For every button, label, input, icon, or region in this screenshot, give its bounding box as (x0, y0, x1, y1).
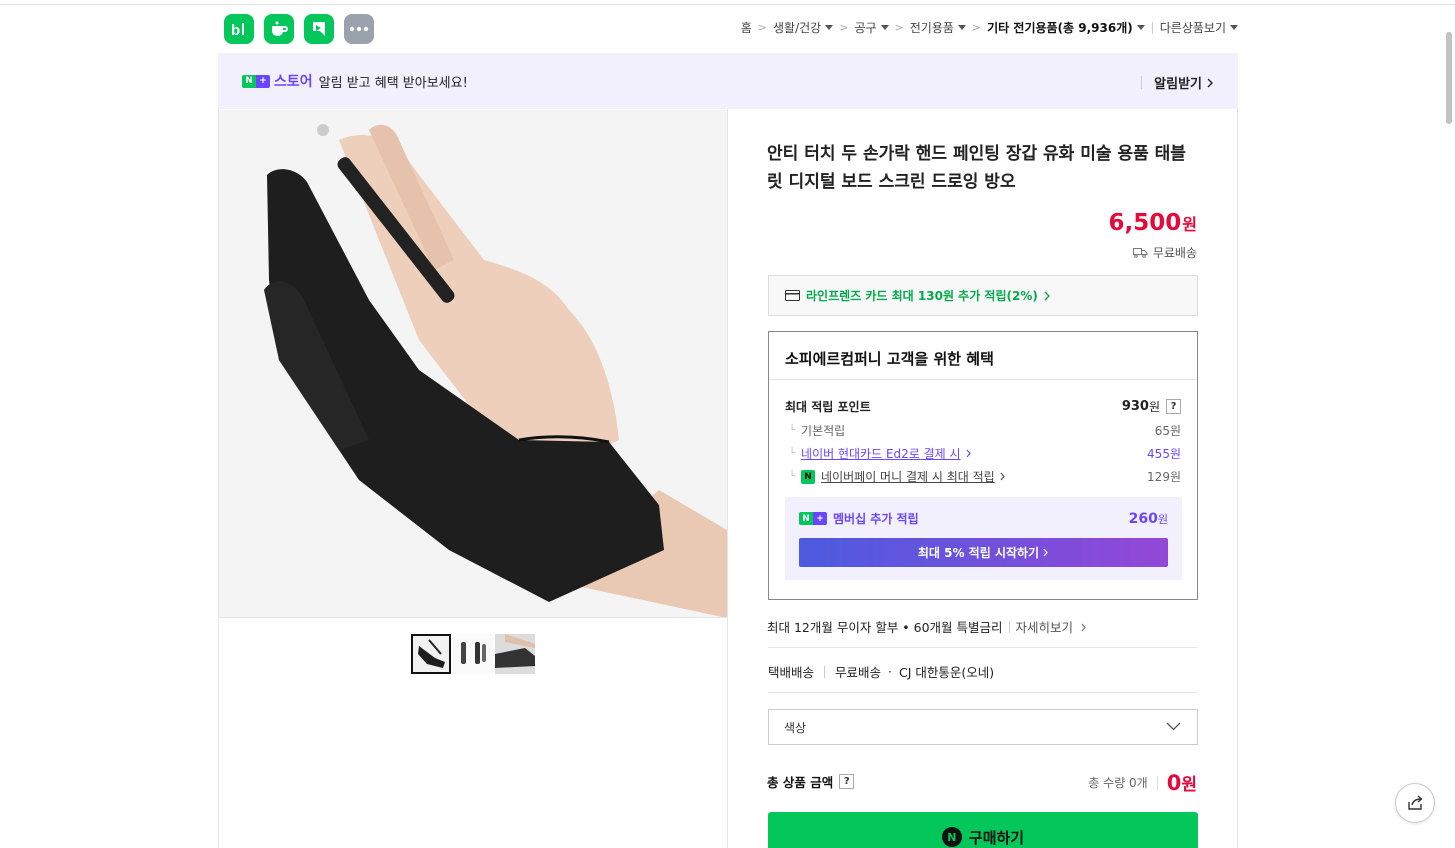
total-quantity: 총 수량 0개 (1088, 776, 1148, 790)
nplus-logo: N + (242, 74, 270, 88)
help-icon[interactable]: ? (1166, 399, 1181, 414)
breadcrumb-separator: > (894, 21, 904, 34)
chevron-down-icon (1166, 722, 1181, 731)
nplus-logo: N + (799, 512, 827, 525)
buy-button[interactable]: N 구매하기 (768, 812, 1198, 848)
color-option-select[interactable]: 색상 (768, 709, 1198, 745)
max-points-row: 최대 적립 포인트 930 원 ? (785, 398, 1181, 415)
caret-down-icon (825, 25, 834, 30)
frame-border (727, 109, 728, 848)
membership-value: 260원 (1128, 510, 1168, 527)
divider (768, 692, 1198, 693)
naverpay-money-row[interactable]: N네이버페이 머니 결제 시 최대 적립 129원 (785, 468, 1181, 485)
installment-details-link[interactable]: 자세히보기 (1016, 617, 1088, 636)
store-label: 스토어 (274, 74, 313, 90)
app-shortcuts: b (224, 14, 374, 44)
chevron-right-icon (1081, 623, 1086, 632)
breadcrumb-electric[interactable]: 전기용품 (910, 19, 966, 36)
basic-points-row: 기본적립 65원 (785, 422, 1181, 439)
breadcrumb-tools[interactable]: 공구 (854, 19, 889, 36)
membership-label: 멤버십 추가 적립 (833, 512, 919, 526)
total-amount: 0원 (1166, 771, 1197, 795)
breadcrumb-home[interactable]: 홈 (741, 19, 752, 36)
caret-down-icon (957, 25, 966, 30)
card-promo-link[interactable]: 라인프렌즈 카드 최대 130원 추가 적립(2%) (768, 275, 1198, 316)
divider (1151, 21, 1153, 34)
other-products-link[interactable]: 다른상품보기 (1160, 19, 1238, 36)
naverpay-icon: N (801, 469, 816, 484)
total-price-label: 총 상품 금액 ? (767, 772, 855, 791)
thumbnail-item[interactable] (453, 634, 493, 674)
truck-icon (1132, 248, 1148, 258)
caret-down-icon (1230, 25, 1238, 30)
product-price: 6,500 원 (1108, 210, 1198, 236)
more-app-icon[interactable] (344, 14, 374, 44)
chevron-right-icon (966, 449, 971, 458)
chevron-right-icon (1044, 291, 1050, 300)
divider (824, 665, 826, 678)
breadcrumb-life-health[interactable]: 생활/건강 (773, 19, 834, 36)
kboard-app-icon[interactable] (304, 14, 334, 44)
total-summary: 총 수량 0개 0원 (1088, 770, 1197, 795)
svg-text:b: b (231, 22, 240, 38)
benefit-title: 소피에르컴퍼니 고객을 위한 혜택 (769, 332, 1197, 380)
installment-info: 최대 12개월 무이자 할부 • 60개월 특별금리 자세히보기 (767, 617, 1087, 636)
divider (768, 647, 1198, 648)
shipping-info: 무료배송 (1132, 244, 1197, 261)
divider (1156, 775, 1158, 790)
blog-app-icon[interactable]: b (224, 14, 254, 44)
membership-box: N + 멤버십 추가 적립 260원 최대 5% 적립 시작하기 (785, 497, 1182, 580)
benefit-panel: 소피에르컴퍼니 고객을 위한 혜택 최대 적립 포인트 930원 ? 기본적립 … (768, 331, 1198, 600)
subscribe-alert-button[interactable]: 알림받기 (1141, 73, 1214, 92)
chevron-right-icon (1043, 548, 1048, 557)
breadcrumb-separator: > (757, 21, 767, 34)
credit-card-icon (785, 290, 800, 301)
thumbnail-list (411, 634, 535, 674)
caret-down-icon (1136, 25, 1145, 30)
scrollbar-thumb[interactable] (1446, 32, 1452, 124)
chevron-right-icon (1207, 78, 1213, 87)
thumbnail-item[interactable] (411, 634, 451, 674)
banner-text: 알림 받고 혜택 받아보세요! (318, 75, 468, 91)
divider (1008, 620, 1010, 633)
help-icon[interactable]: ? (839, 774, 855, 789)
share-button[interactable] (1395, 783, 1435, 823)
product-title: 안티 터치 두 손가락 핸드 페인팅 장갑 유화 미술 용품 태블릿 디지털 보… (767, 144, 1186, 192)
naverpay-icon: N (941, 827, 962, 847)
hyundai-card-row[interactable]: 네이버 현대카드 Ed2로 결제 시 455원 (785, 445, 1181, 462)
frame-border (1237, 109, 1238, 848)
breadcrumb-other-electric[interactable]: 기타 전기용품(총 9,936개) (987, 19, 1145, 36)
delivery-info: 택배배송 무료배송 · CJ 대한통운(오네) (768, 664, 995, 680)
chevron-right-icon (1000, 472, 1005, 481)
thumbnail-item[interactable] (495, 634, 535, 674)
cafe-app-icon[interactable] (264, 14, 294, 44)
store-alert-banner: N + 스토어 알림 받고 혜택 받아보세요! 알림받기 (218, 53, 1238, 109)
breadcrumb: 홈 > 생활/건강 > 공구 > 전기용품 > 기타 전기용품(총 9,936개… (741, 19, 1238, 36)
top-border (0, 0, 1455, 5)
membership-start-button[interactable]: 최대 5% 적립 시작하기 (799, 538, 1168, 567)
breadcrumb-separator: > (839, 21, 849, 34)
share-icon (1408, 795, 1423, 810)
caret-down-icon (880, 25, 889, 30)
product-main-image[interactable] (219, 110, 727, 618)
breadcrumb-separator: > (971, 21, 982, 34)
